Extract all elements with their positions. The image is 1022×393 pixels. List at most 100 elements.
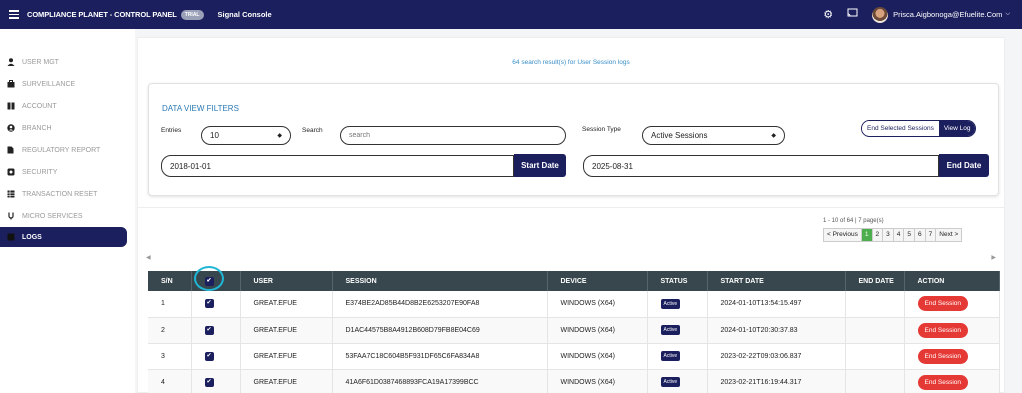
cell-status: Active [647,317,708,344]
table-row: 2 ✔ GREAT.EFUE D1AC44575B8A4912B608D79FB… [148,317,1000,344]
cell-device: WINDOWS (X64) [547,317,648,344]
status-badge: Active [660,325,681,335]
column-header-action: ACTION [904,271,1000,291]
end-session-button[interactable]: End Session [917,374,968,390]
row-checkbox[interactable]: ✔ [204,299,214,309]
cast-icon[interactable] [847,8,858,21]
cell-status: Active [647,369,708,393]
search-input[interactable] [340,126,566,145]
cell-select[interactable]: ✔ [191,291,241,318]
end-date-input[interactable]: 2025-08-31 [583,155,939,177]
sidebar-item-user-mgt[interactable]: USER MGT [0,52,127,72]
sidebar-item-label: SURVEILLANCE [22,80,76,88]
sidebar-item-branch[interactable]: BRANCH [0,118,127,138]
cell-action: End Session [904,317,1000,344]
previous-page-button[interactable]: < Previous [824,229,861,241]
sidebar-item-label: ACCOUNT [22,102,57,110]
select-all-highlight [194,266,224,291]
trial-badge: TRIAL [180,9,204,20]
page-button[interactable]: 5 [903,229,915,241]
search-label: Search [302,127,323,134]
chevron-down-icon[interactable]: ⌵ [1005,11,1010,18]
column-header-device: DEVICE [547,271,648,291]
cell-session: D1AC44575B8A4912B608D79FB8E04C69 [332,317,548,344]
cell-end-date [845,343,905,370]
cell-session: 53FAA7C18C604B5F931DF65C6FA834A8 [332,343,548,370]
cell-action: End Session [904,369,1000,393]
session-type-select[interactable]: Active Sessions ◆ [642,126,785,145]
end-session-button[interactable]: End Session [917,322,968,338]
cell-end-date [845,291,905,318]
page-button[interactable]: 6 [914,229,925,241]
cell-sn: 4 [148,369,192,393]
gear-icon[interactable]: ⚙ [823,8,833,21]
sidebar-item-micro-services[interactable]: MICRO SERVICES [0,206,127,226]
console-link[interactable]: Signal Console [218,10,272,19]
results-panel: 1 - 10 of 64 | 7 page(s) < Previous 1 2 … [137,207,1005,393]
sidebar-item-label: MICRO SERVICES [22,212,83,220]
start-date-input[interactable]: 2018-01-01 [161,155,514,177]
user-icon [6,58,15,67]
cell-select[interactable]: ✔ [191,317,241,344]
cell-select[interactable]: ✔ [191,369,241,393]
sidebar-item-transaction-reset[interactable]: TRANSACTION RESET [0,184,127,204]
end-session-button[interactable]: End Session [917,296,968,312]
result-count: 64 search result(s) for User Session log… [512,59,630,66]
page-button[interactable]: 2 [871,229,883,241]
main-content: 64 search result(s) for User Session log… [135,29,1022,393]
page-button[interactable]: 4 [892,229,904,241]
filter-panel: 64 search result(s) for User Session log… [137,37,1005,227]
shield-icon [6,168,15,177]
scroll-left-icon[interactable]: ◀ [146,254,151,261]
cell-start-date: 2023-02-21T16:19:44.317 [707,369,846,393]
row-checkbox[interactable]: ✔ [204,325,214,335]
menu-icon[interactable] [9,10,19,19]
table-header-row: S/N ✔ USER SESSION DEVICE STATUS START D… [148,271,1000,291]
column-header-session: SESSION [332,271,548,291]
app-title: COMPLIANCE PLANET - CONTROL PANEL [27,10,177,19]
data-view-filters: DATA VIEW FILTERS Entries 10 ◆ Search Se… [148,83,999,196]
page-button[interactable]: 1 [860,229,872,241]
cell-status: Active [647,291,708,318]
plug-icon [6,212,15,221]
sidebar-item-label: BRANCH [22,124,52,132]
scroll-right-icon[interactable]: ▶ [991,254,996,261]
sidebar-item-surveillance[interactable]: SURVEILLANCE [0,74,127,94]
cell-device: WINDOWS (X64) [547,291,648,318]
user-email[interactable]: Prisca.Aigbonoga@Efuelite.Com [893,10,1002,19]
list-icon [6,233,15,242]
cell-user: GREAT.EFUE [240,291,333,318]
sidebar-item-account[interactable]: ACCOUNT [0,96,127,116]
end-session-button[interactable]: End Session [917,348,968,364]
next-page-button[interactable]: Next > [935,229,962,241]
entries-select[interactable]: 10 ◆ [201,126,291,145]
top-navbar: COMPLIANCE PLANET - CONTROL PANEL TRIAL … [0,0,1022,29]
user-circle-icon [6,124,15,133]
session-action-toggle: End Selected Sessions View Log [861,120,977,137]
view-log-button[interactable]: View Log [938,121,976,136]
sessions-table: S/N ✔ USER SESSION DEVICE STATUS START D… [148,271,1000,393]
avatar[interactable] [872,6,889,23]
table-icon [6,190,15,199]
sidebar-item-security[interactable]: SECURITY [0,162,127,182]
end-selected-sessions-button[interactable]: End Selected Sessions [862,121,939,136]
book-icon [6,102,15,111]
row-checkbox[interactable]: ✔ [204,351,214,361]
start-date-button[interactable]: Start Date [514,154,566,177]
cell-device: WINDOWS (X64) [547,369,648,393]
row-checkbox[interactable]: ✔ [204,377,214,387]
select-arrow-icon: ◆ [277,133,282,139]
user-area: ⚙ Prisca.Aigbonoga@Efuelite.Com ⌵ [823,0,1010,29]
cell-action: End Session [904,291,1000,318]
entries-label: Entries [161,127,182,134]
cell-status: Active [647,343,708,370]
table-row: 4 ✔ GREAT.EFUE 41A6F61D0387468893FCA19A1… [148,369,1000,393]
end-date-button[interactable]: End Date [939,154,989,177]
cell-sn: 3 [148,343,192,370]
cell-select[interactable]: ✔ [191,343,241,370]
sidebar-item-regulatory-report[interactable]: REGULATORY REPORT [0,140,127,160]
sidebar-item-logs[interactable]: LOGS [0,227,127,247]
page-button[interactable]: 7 [924,229,936,241]
sidebar-item-label: USER MGT [22,58,59,66]
page-button[interactable]: 3 [882,229,893,241]
